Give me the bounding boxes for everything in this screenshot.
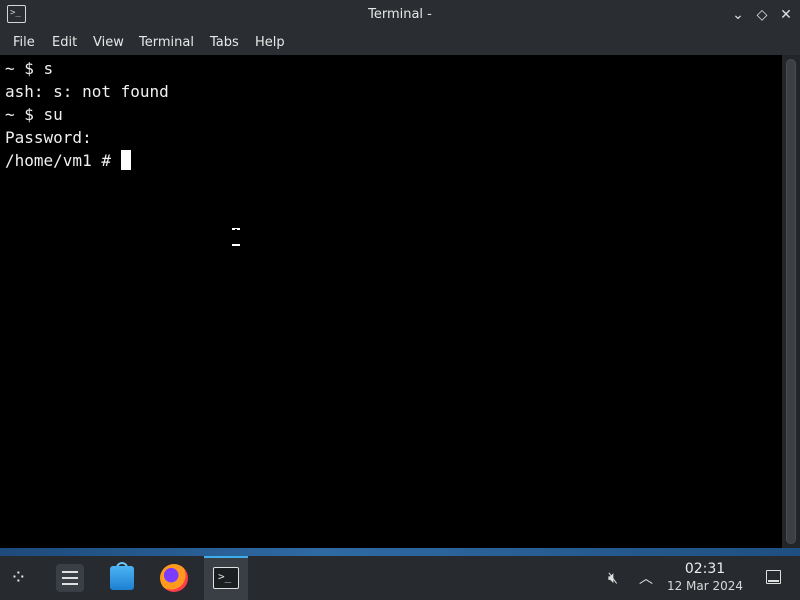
system-settings-button[interactable] [48,556,92,600]
text-cursor [120,150,131,170]
clock-time[interactable]: 02:31 [665,561,745,577]
menu-help[interactable]: Help [255,35,285,50]
desktop-wallpaper [0,548,800,556]
close-button[interactable]: ✕ [776,5,796,25]
clock-date[interactable]: 12 Mar 2024 [665,579,745,593]
show-desktop-icon[interactable] [766,570,781,584]
terminal-prompt-line: /home/vm1 # [5,149,131,172]
menu-edit[interactable]: Edit [52,35,77,50]
menu-file[interactable]: File [13,35,35,50]
menu-bar: File Edit View Terminal Tabs Help [0,30,800,55]
discover-store-icon [110,566,134,590]
terminal-line: ~ $ su [5,105,63,124]
ibeam-cursor-icon [231,228,241,246]
terminal-window: >_ Terminal - ⌄ ◇ ✕ File Edit View Termi… [0,0,800,552]
maximize-button[interactable]: ◇ [752,5,772,25]
taskbar-terminal-button[interactable]: >_ [204,556,248,600]
terminal-output[interactable]: ~ $ s ash: s: not found ~ $ su Password:… [0,55,782,548]
terminal-prompt: /home/vm1 # [5,151,121,170]
terminal-icon: >_ [213,567,239,589]
app-launcher-icon: ⁘ [10,565,27,589]
menu-terminal[interactable]: Terminal [139,35,194,50]
menu-tabs[interactable]: Tabs [210,35,239,50]
discover-button[interactable] [100,556,144,600]
firefox-button[interactable] [152,556,196,600]
menu-view[interactable]: View [93,35,124,50]
firefox-icon [160,564,188,592]
title-bar[interactable]: >_ Terminal - ⌄ ◇ ✕ [0,0,800,30]
chevron-up-icon[interactable]: ︿ [639,568,653,588]
window-title: Terminal - [368,7,432,22]
speaker-muted-icon[interactable]: 🔇︎ [608,568,618,588]
terminal-line: ash: s: not found [5,82,169,101]
scrollbar-thumb[interactable] [786,59,796,544]
app-launcher-button[interactable]: ⁘ [0,556,44,600]
terminal-line: ~ $ s [5,59,54,78]
terminal-line: Password: [5,128,92,147]
vertical-scrollbar[interactable] [782,55,800,548]
minimize-button[interactable]: ⌄ [728,5,748,25]
